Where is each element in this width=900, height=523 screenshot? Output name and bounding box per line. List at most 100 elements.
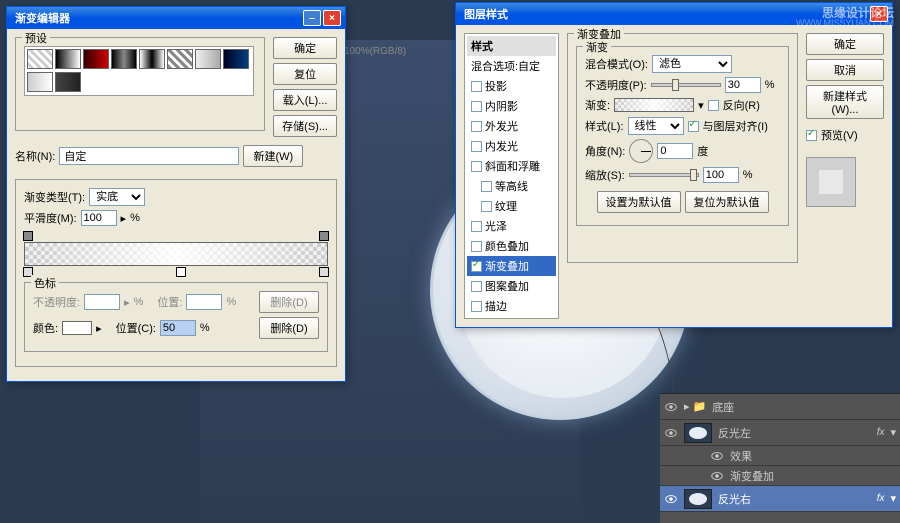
preset-swatch[interactable] xyxy=(223,49,249,69)
save-button[interactable]: 存储(S)... xyxy=(273,115,337,137)
color-swatch[interactable] xyxy=(62,321,92,335)
style-checkbox[interactable] xyxy=(471,221,482,232)
preset-swatch[interactable] xyxy=(195,49,221,69)
triangle-icon[interactable]: ▸ xyxy=(121,212,127,225)
opacity-slider[interactable] xyxy=(651,83,721,87)
gradient-bar[interactable] xyxy=(24,242,328,266)
style-item[interactable]: 等高线 xyxy=(467,176,556,196)
style-checkbox[interactable] xyxy=(471,121,482,132)
style-checkbox[interactable] xyxy=(471,81,482,92)
style-item[interactable]: 内发光 xyxy=(467,136,556,156)
load-button[interactable]: 载入(L)... xyxy=(273,89,337,111)
preset-swatch[interactable] xyxy=(55,72,81,92)
style-item[interactable]: 光泽 xyxy=(467,216,556,236)
layer-row[interactable]: 反光右 fx ▾ xyxy=(660,486,900,512)
visibility-icon[interactable] xyxy=(664,400,678,414)
layer-name: 反光右 xyxy=(718,491,751,507)
opacity-input[interactable] xyxy=(725,77,761,93)
fx-badge[interactable]: fx xyxy=(877,493,885,504)
scale-input[interactable] xyxy=(703,167,739,183)
layer-row[interactable]: 反光左 fx ▾ xyxy=(660,420,900,446)
style-checkbox[interactable] xyxy=(481,181,492,192)
angle-input[interactable] xyxy=(657,143,693,159)
style-checkbox[interactable] xyxy=(471,281,482,292)
layer-group[interactable]: ▸ 📁 底座 xyxy=(660,394,900,420)
style-checkbox[interactable] xyxy=(471,161,482,172)
style-item[interactable]: 图案叠加 xyxy=(467,276,556,296)
titlebar[interactable]: 渐变编辑器 – × xyxy=(7,7,345,29)
visibility-icon[interactable] xyxy=(710,449,724,463)
dialog-title: 渐变编辑器 xyxy=(11,10,301,26)
angle-control[interactable] xyxy=(629,139,653,163)
minimize-icon[interactable]: – xyxy=(303,10,321,26)
new-style-button[interactable]: 新建样式(W)... xyxy=(806,85,884,119)
preset-swatch[interactable] xyxy=(167,49,193,69)
triangle-icon[interactable]: ▸ xyxy=(96,322,102,335)
gradient-swatch[interactable] xyxy=(614,98,694,112)
style-checkbox[interactable] xyxy=(471,261,482,272)
styles-header[interactable]: 样式 xyxy=(467,36,556,56)
reverse-checkbox[interactable] xyxy=(708,100,719,111)
preset-swatch[interactable] xyxy=(83,49,109,69)
delete-button[interactable]: 删除(D) xyxy=(259,317,319,339)
reset-default-button[interactable]: 复位为默认值 xyxy=(685,191,769,213)
visibility-icon[interactable] xyxy=(664,426,678,440)
effects-row[interactable]: 效果 xyxy=(660,446,900,466)
style-item[interactable]: 外发光 xyxy=(467,116,556,136)
cancel-button[interactable]: 取消 xyxy=(806,59,884,81)
style-select[interactable]: 线性 xyxy=(628,117,684,135)
preset-list[interactable] xyxy=(24,46,254,96)
preset-swatch[interactable] xyxy=(111,49,137,69)
fx-badge[interactable]: fx xyxy=(877,427,885,438)
effect-item[interactable]: 渐变叠加 xyxy=(660,466,900,486)
close-icon[interactable]: × xyxy=(323,10,341,26)
blend-options-item[interactable]: 混合选项:自定 xyxy=(467,56,556,76)
preview-checkbox[interactable] xyxy=(806,130,817,141)
set-default-button[interactable]: 设置为默认值 xyxy=(597,191,681,213)
opacity-stop[interactable] xyxy=(319,231,329,241)
style-checkbox[interactable] xyxy=(471,301,482,312)
type-select[interactable]: 实底 xyxy=(89,188,145,206)
style-item[interactable]: 纹理 xyxy=(467,196,556,216)
smooth-input[interactable] xyxy=(81,210,117,226)
preset-swatch[interactable] xyxy=(55,49,81,69)
ok-button[interactable]: 确定 xyxy=(273,37,337,59)
dropdown-icon[interactable]: ▾ xyxy=(698,99,704,112)
pos2-input[interactable] xyxy=(160,320,196,336)
smooth-label: 平滑度(M): xyxy=(24,210,77,226)
style-checkbox[interactable] xyxy=(481,201,492,212)
reset-button[interactable]: 复位 xyxy=(273,63,337,85)
style-item[interactable]: 斜面和浮雕 xyxy=(467,156,556,176)
style-item[interactable]: 颜色叠加 xyxy=(467,236,556,256)
folder-icon: ▸ 📁 xyxy=(684,400,706,413)
style-label: 渐变叠加 xyxy=(485,258,529,274)
style-checkbox[interactable] xyxy=(471,101,482,112)
name-input[interactable] xyxy=(59,147,239,165)
scale-slider[interactable] xyxy=(629,173,699,177)
style-label: 斜面和浮雕 xyxy=(485,158,540,174)
style-item[interactable]: 渐变叠加 xyxy=(467,256,556,276)
style-checkbox[interactable] xyxy=(471,141,482,152)
preset-swatch[interactable] xyxy=(27,72,53,92)
new-button[interactable]: 新建(W) xyxy=(243,145,303,167)
align-checkbox[interactable] xyxy=(688,121,699,132)
style-item[interactable]: 投影 xyxy=(467,76,556,96)
style-item[interactable]: 描边 xyxy=(467,296,556,316)
preset-swatch[interactable] xyxy=(139,49,165,69)
ok-button[interactable]: 确定 xyxy=(806,33,884,55)
grad-section-label: 渐变 xyxy=(583,39,611,55)
blend-mode-select[interactable]: 滤色 xyxy=(652,55,732,73)
opacity-stop[interactable] xyxy=(23,231,33,241)
color-stop[interactable] xyxy=(319,267,329,277)
chevron-down-icon[interactable]: ▾ xyxy=(890,492,896,505)
chevron-down-icon[interactable]: ▾ xyxy=(890,426,896,439)
color-stop[interactable] xyxy=(176,267,186,277)
color-label: 颜色: xyxy=(33,320,58,336)
layers-panel: ▸ 📁 底座 反光左 fx ▾ 效果 渐变叠加 反光右 fx ▾ xyxy=(660,393,900,523)
blend-mode-label: 混合模式(O): xyxy=(585,56,648,72)
style-checkbox[interactable] xyxy=(471,241,482,252)
visibility-icon[interactable] xyxy=(710,469,724,483)
style-item[interactable]: 内阴影 xyxy=(467,96,556,116)
visibility-icon[interactable] xyxy=(664,492,678,506)
preset-swatch[interactable] xyxy=(27,49,53,69)
